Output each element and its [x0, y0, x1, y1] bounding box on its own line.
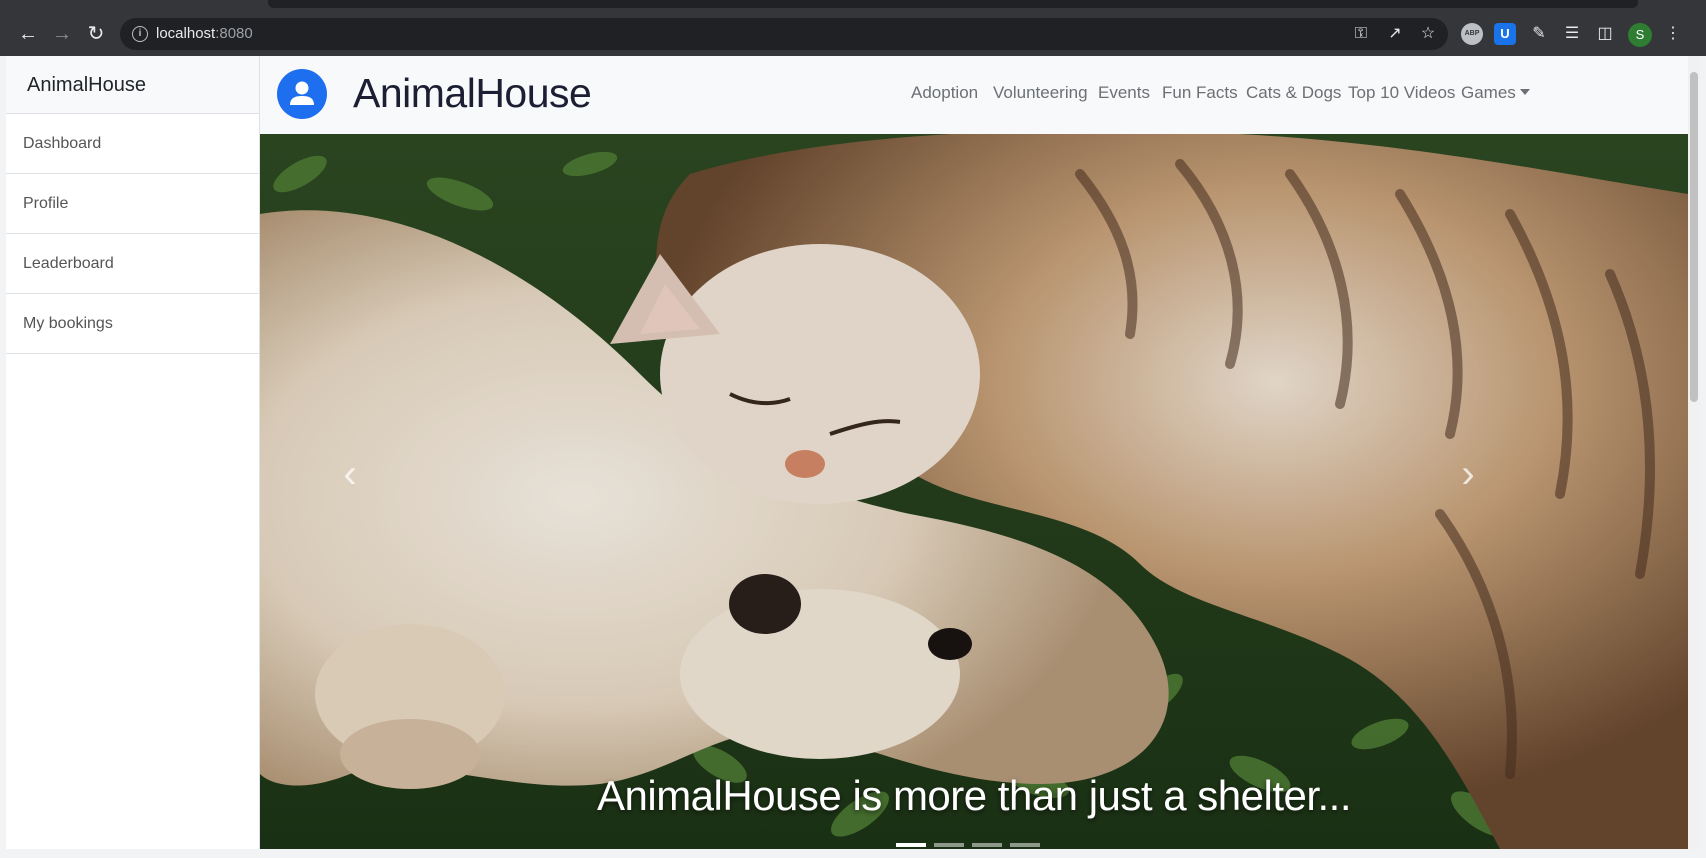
sidebar-item-leaderboard[interactable]: Leaderboard — [6, 234, 259, 294]
media-icon[interactable]: ☰ — [1561, 23, 1583, 45]
carousel-next-button[interactable]: › — [1438, 434, 1498, 514]
browser-toolbar: ← → ↻ i localhost:8080 ⚿ ↗ ☆ ABP U ✎ ☰ ◫… — [0, 0, 1706, 56]
nav-dropdown-games-label: Games — [1461, 83, 1516, 102]
page-title[interactable]: AnimalHouse — [353, 70, 592, 117]
sidebar: AnimalHouse Dashboard Profile Leaderboar… — [6, 56, 260, 849]
sidebar-item-my-bookings[interactable]: My bookings — [6, 294, 259, 354]
back-icon[interactable]: ← — [16, 22, 40, 46]
share-icon[interactable]: ↗ — [1385, 24, 1405, 44]
page-scrollbar[interactable] — [1688, 56, 1700, 849]
puzzle-icon[interactable]: ✎ — [1528, 23, 1550, 45]
adblock-icon[interactable]: ABP — [1461, 23, 1483, 45]
kebab-menu-icon[interactable]: ⋮ — [1662, 23, 1684, 45]
page-viewport: AnimalHouse Dashboard Profile Leaderboar… — [6, 56, 1700, 849]
carousel-indicator-2[interactable] — [934, 843, 964, 847]
info-icon[interactable]: i — [132, 26, 148, 42]
side-panel-icon[interactable]: ◫ — [1594, 23, 1616, 45]
profile-avatar[interactable]: S — [1628, 23, 1652, 47]
top-navbar: AnimalHouse Adoption Volunteering Events… — [260, 56, 1688, 134]
nav-link-cats-dogs[interactable]: Cats & Dogs — [1246, 83, 1341, 103]
sidebar-item-profile[interactable]: Profile — [6, 174, 259, 234]
user-icon[interactable] — [277, 69, 327, 119]
caret-down-icon — [1519, 89, 1530, 96]
key-icon[interactable]: ⚿ — [1351, 24, 1371, 44]
nav-link-volunteering[interactable]: Volunteering — [993, 83, 1088, 103]
sidebar-item-dashboard[interactable]: Dashboard — [6, 114, 259, 174]
url-text[interactable]: localhost:8080 — [156, 25, 253, 42]
nav-link-adoption[interactable]: Adoption — [911, 83, 978, 103]
tab-strip — [268, 0, 1638, 8]
carousel-indicator-3[interactable] — [972, 843, 1002, 847]
nav-link-top-10-videos[interactable]: Top 10 Videos — [1348, 83, 1455, 103]
scrollbar-thumb[interactable] — [1690, 72, 1698, 402]
url-host: localhost — [156, 25, 216, 42]
star-icon[interactable]: ☆ — [1418, 24, 1438, 44]
nav-dropdown-games[interactable]: Games — [1461, 83, 1530, 103]
url-port: :8080 — [215, 25, 253, 42]
bitwarden-icon[interactable]: U — [1494, 23, 1516, 45]
hero-carousel[interactable]: ‹ › AnimalHouse is more than just a shel… — [260, 134, 1688, 849]
carousel-indicators — [896, 843, 1040, 849]
reload-icon[interactable]: ↻ — [84, 22, 108, 46]
sidebar-brand[interactable]: AnimalHouse — [6, 56, 259, 114]
carousel-prev-button[interactable]: ‹ — [320, 434, 380, 514]
nav-link-events[interactable]: Events — [1098, 83, 1150, 103]
carousel-indicator-4[interactable] — [1010, 843, 1040, 847]
address-bar[interactable]: i localhost:8080 ⚿ ↗ ☆ — [120, 18, 1448, 50]
carousel-indicator-1[interactable] — [896, 843, 926, 847]
carousel-caption: AnimalHouse is more than just a shelter.… — [596, 772, 1352, 819]
forward-icon[interactable]: → — [50, 22, 74, 46]
nav-link-fun-facts[interactable]: Fun Facts — [1162, 83, 1238, 103]
